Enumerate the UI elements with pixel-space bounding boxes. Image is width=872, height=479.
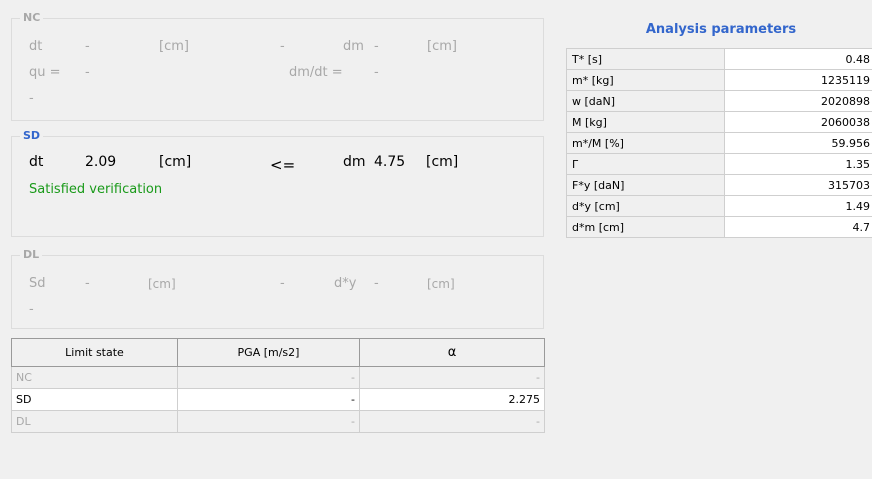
- sd-dm-value: 4.75: [374, 154, 406, 170]
- analysis-parameters-title: Analysis parameters: [645, 22, 797, 37]
- cell-alpha: 2.275: [359, 388, 545, 411]
- table-row-sd[interactable]: SD - 2.275: [11, 388, 545, 411]
- dl-status: -: [29, 302, 34, 317]
- param-value: 315703: [724, 174, 872, 196]
- dl-dy-unit: [cm]: [427, 277, 455, 291]
- dl-group: DL Sd - [cm] - d*y - [cm] -: [11, 248, 544, 329]
- table-row-dl[interactable]: DL - -: [11, 410, 545, 433]
- param-row: T* [s] 0.48: [566, 48, 872, 70]
- header-pga[interactable]: PGA [m/s2]: [177, 338, 360, 367]
- nc-title: NC: [20, 11, 44, 24]
- nc-dm-value: -: [374, 39, 379, 54]
- sd-dm-label: dm: [343, 154, 366, 170]
- param-value: 1.49: [724, 195, 872, 217]
- param-row: d*y [cm] 1.49: [566, 195, 872, 217]
- dl-sd-label: Sd: [29, 276, 46, 291]
- nc-qu-label: qu =: [29, 65, 61, 80]
- limit-table-header: Limit state PGA [m/s2] α: [11, 338, 545, 367]
- cell-pga: -: [177, 388, 360, 411]
- nc-dt-value: -: [85, 39, 90, 54]
- cell-pga: -: [177, 410, 360, 433]
- param-label: Γ: [566, 153, 725, 175]
- param-value: 0.48: [724, 48, 872, 70]
- dl-compare: -: [280, 276, 285, 291]
- sd-group: SD dt 2.09 [cm] <= dm 4.75 [cm] Satisfie…: [11, 129, 544, 237]
- dl-sd-value: -: [85, 276, 90, 291]
- param-row: M [kg] 2060038: [566, 111, 872, 133]
- param-value: 2020898: [724, 90, 872, 112]
- param-value: 59.956: [724, 132, 872, 154]
- param-value: 4.7: [724, 216, 872, 238]
- nc-dmdt-value: -: [374, 65, 379, 80]
- param-row: m* [kg] 1235119: [566, 69, 872, 91]
- param-label: d*y [cm]: [566, 195, 725, 217]
- analysis-parameters-table: T* [s] 0.48 m* [kg] 1235119 w [daN] 2020898…: [566, 48, 872, 238]
- param-label: m*/M [%]: [566, 132, 725, 154]
- param-label: F*y [daN]: [566, 174, 725, 196]
- sd-status: Satisfied verification: [29, 182, 163, 197]
- dl-dy-value: -: [374, 276, 379, 291]
- header-limit-state[interactable]: Limit state: [11, 338, 178, 367]
- nc-dt-label: dt: [29, 39, 43, 54]
- sd-compare: <=: [270, 156, 296, 174]
- param-value: 1.35: [724, 153, 872, 175]
- sd-dm-unit: [cm]: [426, 154, 459, 170]
- nc-group: NC dt - [cm] - dm - [cm] qu = - dm/dt = …: [11, 11, 544, 121]
- cell-alpha: -: [359, 410, 545, 433]
- cell-state: SD: [11, 388, 178, 411]
- param-row: w [daN] 2020898: [566, 90, 872, 112]
- param-row: d*m [cm] 4.7: [566, 216, 872, 238]
- param-label: M [kg]: [566, 111, 725, 133]
- cell-state: NC: [11, 366, 178, 389]
- param-label: m* [kg]: [566, 69, 725, 91]
- cell-state: DL: [11, 410, 178, 433]
- param-label: d*m [cm]: [566, 216, 725, 238]
- sd-dt-label: dt: [29, 154, 44, 170]
- param-row: Γ 1.35: [566, 153, 872, 175]
- sd-dt-value: 2.09: [85, 154, 117, 170]
- table-row-nc[interactable]: NC - -: [11, 366, 545, 389]
- dl-sd-unit: [cm]: [148, 277, 176, 291]
- cell-alpha: -: [359, 366, 545, 389]
- param-value: 2060038: [724, 111, 872, 133]
- param-value: 1235119: [724, 69, 872, 91]
- nc-dt-unit: [cm]: [159, 39, 189, 54]
- header-alpha[interactable]: α: [359, 338, 545, 367]
- param-label: w [daN]: [566, 90, 725, 112]
- sd-title: SD: [20, 129, 44, 142]
- param-label: T* [s]: [566, 48, 725, 70]
- dl-dy-label: d*y: [334, 276, 357, 291]
- nc-dm-unit: [cm]: [427, 39, 457, 54]
- sd-dt-unit: [cm]: [159, 154, 192, 170]
- nc-dm-label: dm: [343, 39, 364, 54]
- cell-pga: -: [177, 366, 360, 389]
- nc-dmdt-label: dm/dt =: [289, 65, 343, 80]
- param-row: F*y [daN] 315703: [566, 174, 872, 196]
- limit-state-table: Limit state PGA [m/s2] α NC - - SD - 2.2…: [11, 338, 545, 433]
- dl-title: DL: [20, 248, 43, 261]
- nc-status: -: [29, 91, 34, 106]
- nc-compare: -: [280, 39, 285, 54]
- param-row: m*/M [%] 59.956: [566, 132, 872, 154]
- nc-qu-value: -: [85, 65, 90, 80]
